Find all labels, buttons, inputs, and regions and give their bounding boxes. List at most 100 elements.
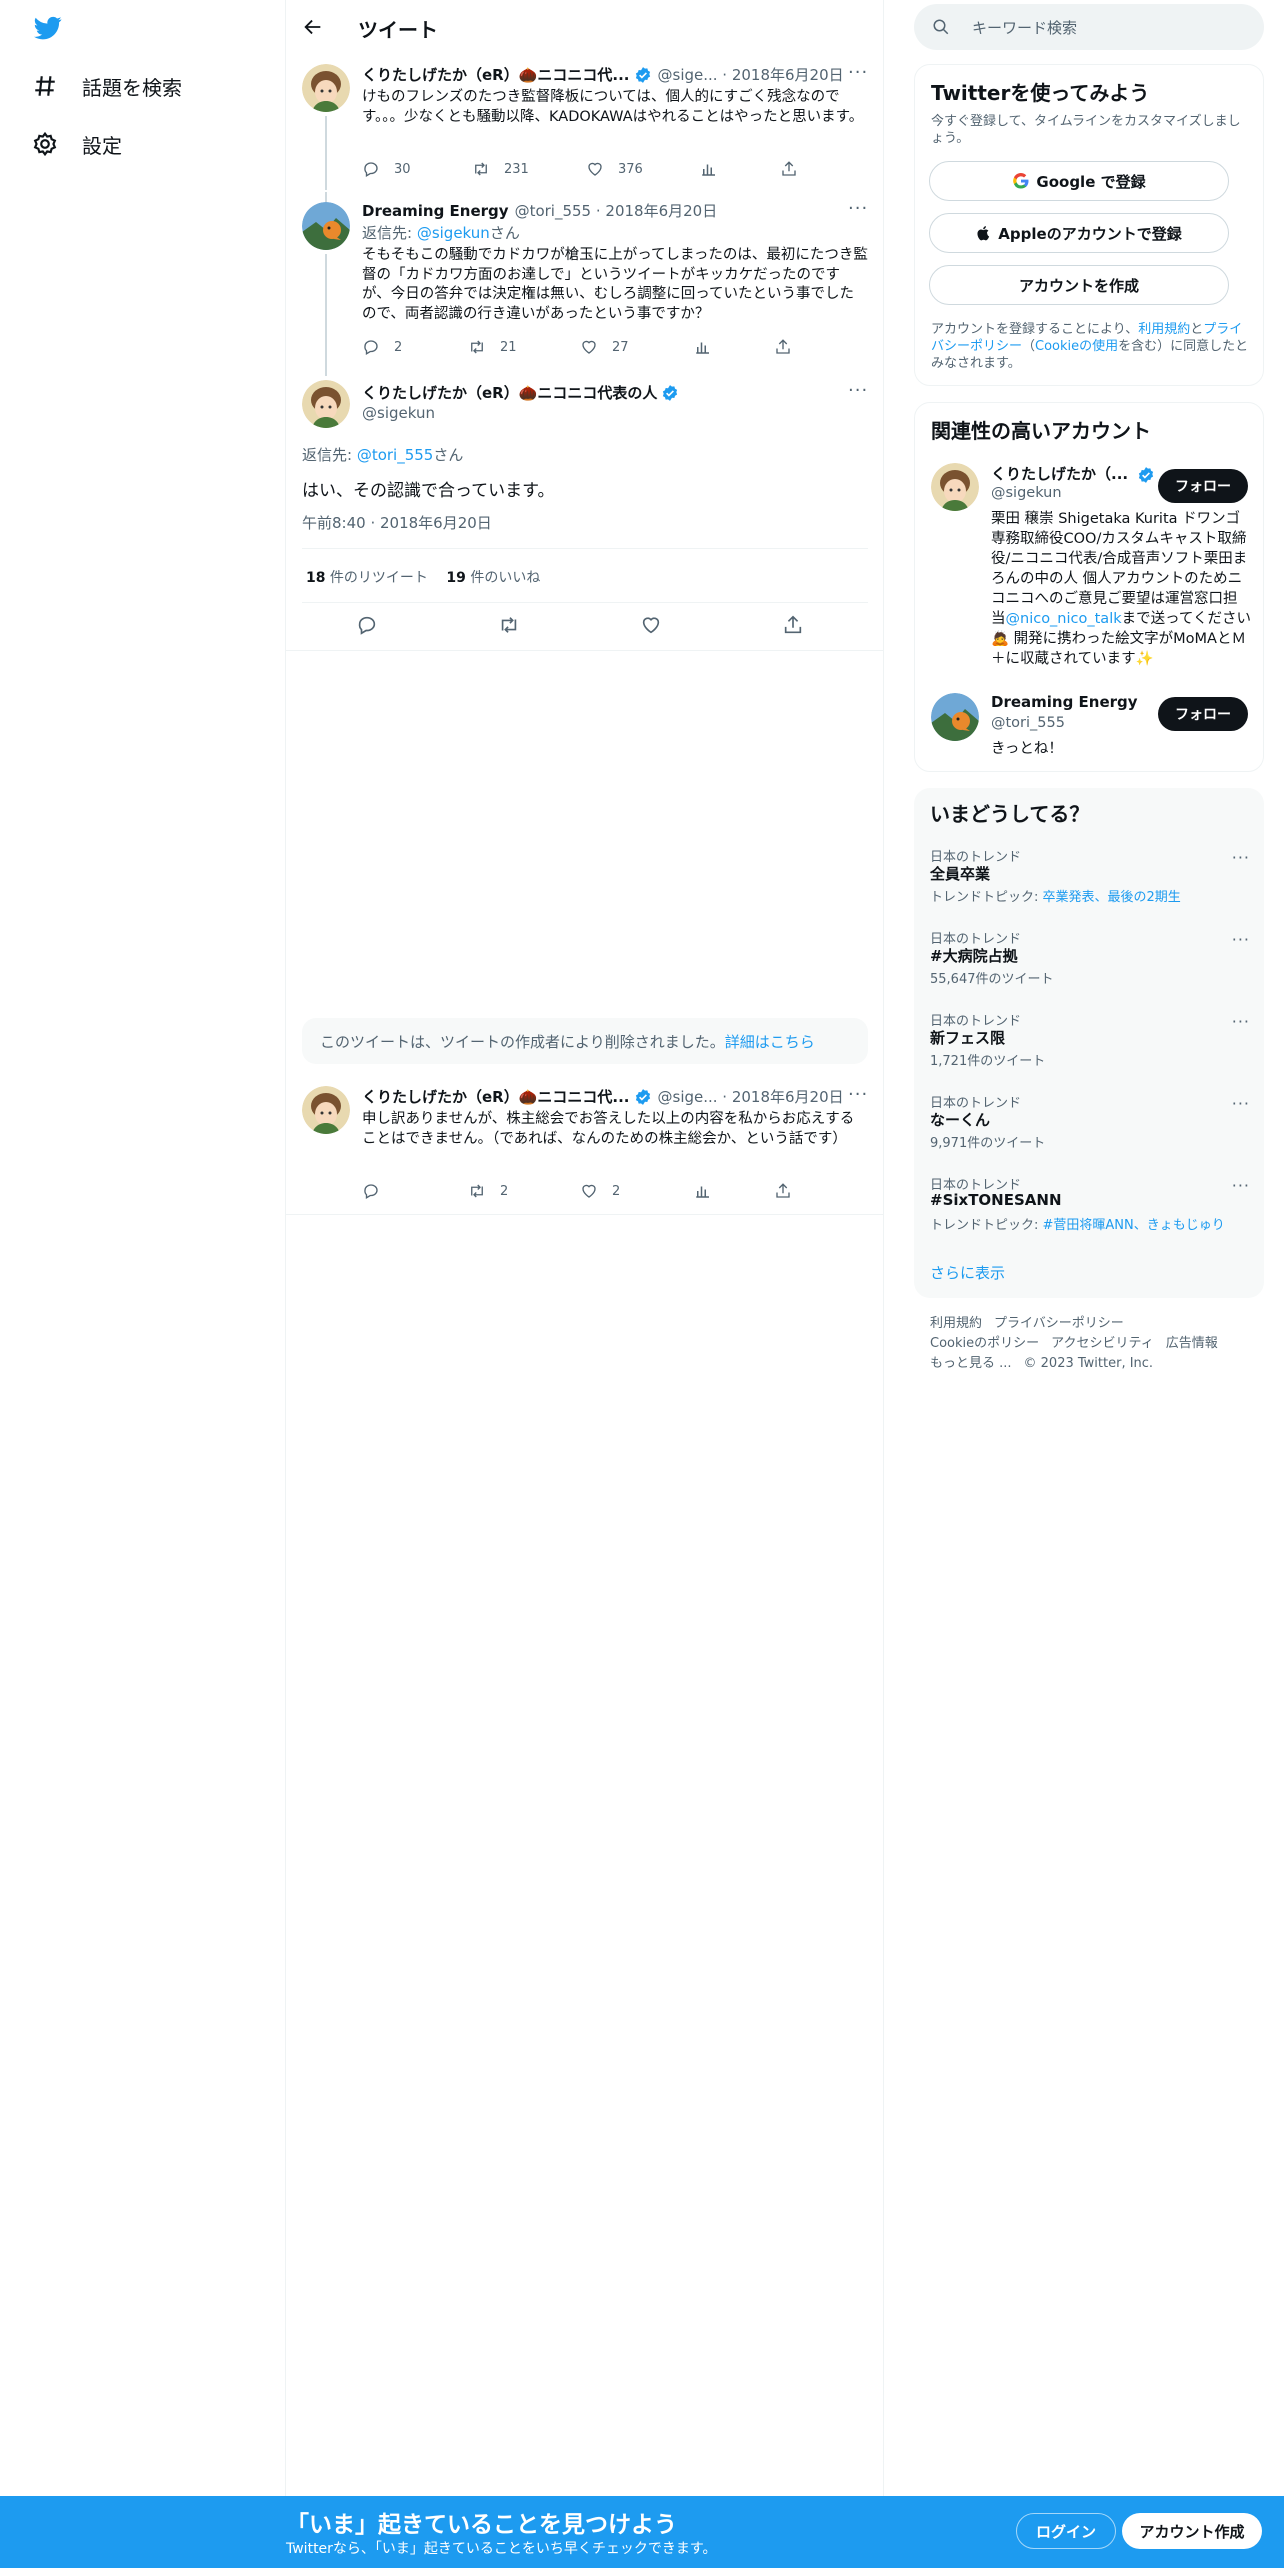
follow-button[interactable]: フォロー (1158, 697, 1248, 731)
google-signup-button[interactable]: Google で登録 (929, 161, 1229, 201)
learn-more-link[interactable]: 詳細はこちら (725, 1031, 815, 1052)
nav-settings[interactable]: 設定 (30, 120, 122, 168)
author-handle[interactable]: @sigekun (362, 404, 435, 422)
analytics-button[interactable] (700, 160, 732, 178)
reply-context: 返信先: @tori_555さん (302, 444, 463, 465)
footer-link[interactable]: プライバシーポリシー (994, 1316, 1124, 1331)
tweet-text: はい、その認識で合っています。 (302, 481, 555, 501)
share-button[interactable] (782, 614, 804, 636)
trend-topic-link[interactable]: #菅田将暉ANN、きょもじゅり (1043, 1218, 1225, 1233)
footer-link[interactable]: 広告情報 (1166, 1336, 1218, 1351)
show-more-link[interactable]: さらに表示 (930, 1262, 1005, 1283)
trends-title: いまどうしてる？ (930, 802, 1090, 826)
more-icon[interactable]: ··· (848, 64, 868, 86)
account-handle[interactable]: @sigekun (991, 485, 1062, 501)
tweet-actions: 2 21 27 (362, 338, 802, 358)
trend-item[interactable]: 日本のトレンド 新フェス限 1,721件のツイート ··· (930, 1010, 1250, 1080)
search-input[interactable]: キーワード検索 (972, 17, 1077, 38)
trend-item[interactable]: 日本のトレンド なーくん 9,971件のツイート ··· (930, 1092, 1250, 1162)
trend-item[interactable]: 日本のトレンド #大病院占拠 55,647件のツイート ··· (930, 928, 1250, 998)
nav-explore[interactable]: 話題を検索 (30, 62, 182, 110)
trend-topic-link[interactable]: 卒業発表、最後の2期生 (1043, 890, 1181, 905)
like-count: 27 (612, 339, 629, 355)
retweet-button[interactable]: 21 (468, 338, 517, 356)
author-name[interactable]: くりたしげたか（eR）🌰ニコニコ代表の人 (362, 382, 657, 403)
share-button[interactable] (780, 160, 812, 178)
left-sidebar: 話題を検索 設定 (0, 0, 286, 2568)
more-icon[interactable]: ··· (848, 200, 868, 222)
footer-link[interactable]: Cookieのポリシー (930, 1336, 1039, 1351)
avatar[interactable] (931, 463, 979, 511)
create-account-button[interactable]: アカウントを作成 (929, 265, 1229, 305)
thread-line (325, 254, 327, 372)
reply-button[interactable] (356, 614, 378, 636)
tweet-actions: 2 2 (362, 1182, 802, 1202)
divider (286, 650, 884, 651)
footer-link[interactable]: 利用規約 (930, 1316, 982, 1331)
share-button[interactable] (774, 338, 806, 356)
author-name[interactable]: くりたしげたか（eR）🌰ニコニコ代... (362, 1086, 630, 1107)
avatar[interactable] (931, 693, 979, 741)
thread-line (325, 370, 327, 376)
main-column: ツイート くりたしげたか（eR）🌰ニコニコ代... @sige... · 201… (286, 0, 884, 2500)
account-name[interactable]: Dreaming Energy (991, 693, 1138, 711)
bottom-signup-bar: 「いま」起きていることを見つけよう Twitterなら、「いま」起きていることを… (0, 2496, 1284, 2568)
google-icon (1013, 172, 1029, 189)
retweets-stat[interactable]: 18 件のリツイート (306, 570, 428, 586)
divider (302, 548, 868, 549)
tweet-item[interactable]: くりたしげたか（eR）🌰ニコニコ代... @sige... · 2018年6月2… (286, 1082, 884, 1212)
cookie-link[interactable]: Cookieの使用 (1035, 339, 1118, 354)
tweet-item[interactable]: くりたしげたか（eR）🌰ニコニコ代... @sige... · 2018年6月2… (286, 60, 884, 190)
like-button[interactable]: 27 (580, 338, 629, 356)
footer-link[interactable]: もっと見る ... (930, 1356, 1012, 1371)
retweet-button[interactable]: 2 (468, 1182, 508, 1200)
login-button[interactable]: ログイン (1016, 2513, 1116, 2549)
account-name[interactable]: くりたしげたか（... (991, 463, 1155, 484)
like-button[interactable]: 376 (586, 160, 643, 178)
trend-item[interactable]: 日本のトレンド 全員卒業 トレンドトピック: 卒業発表、最後の2期生 ··· (930, 846, 1250, 916)
heart-icon (582, 340, 596, 354)
more-icon[interactable]: ··· (1232, 1176, 1250, 1195)
more-icon[interactable]: ··· (1232, 930, 1250, 949)
trend-item[interactable]: 日本のトレンド #SixTONESANN トレンドトピック: #菅田将暉ANN、… (930, 1174, 1250, 1244)
twitter-logo-icon[interactable] (32, 14, 64, 42)
reply-button[interactable]: 30 (362, 160, 411, 178)
more-icon[interactable]: ··· (1232, 1012, 1250, 1031)
avatar[interactable] (302, 64, 350, 112)
signup-panel: Twitterを使ってみよう 今すぐ登録して、タイムラインをカスタマイズしましょ… (914, 64, 1264, 386)
reply-mention-link[interactable]: @tori_555 (357, 446, 434, 464)
account-handle[interactable]: @tori_555 (991, 715, 1065, 731)
avatar[interactable] (302, 202, 350, 250)
author-name[interactable]: くりたしげたか（eR）🌰ニコニコ代... (362, 64, 630, 85)
retweet-button[interactable] (498, 614, 520, 636)
avatar[interactable] (302, 1086, 350, 1134)
reply-button[interactable]: 2 (362, 338, 402, 356)
more-icon[interactable]: ··· (1232, 1094, 1250, 1113)
analytics-button[interactable] (694, 338, 726, 356)
signup-button[interactable]: アカウント作成 (1122, 2513, 1262, 2549)
reply-button[interactable] (362, 1182, 394, 1200)
footer-link[interactable]: アクセシビリティ (1051, 1336, 1154, 1351)
analytics-button[interactable] (694, 1182, 726, 1200)
like-button[interactable]: 2 (580, 1182, 620, 1200)
tweet-timestamp[interactable]: 午前8:40 · 2018年6月20日 (302, 512, 492, 533)
like-button[interactable] (640, 614, 662, 636)
bio-mention-link[interactable]: @nico_nico_talk (1006, 611, 1122, 627)
more-icon[interactable]: ··· (848, 1086, 868, 1108)
terms-link[interactable]: 利用規約 (1138, 322, 1190, 337)
apple-signup-button[interactable]: Appleのアカウントで登録 (929, 213, 1229, 253)
search-bar[interactable]: キーワード検索 (914, 4, 1264, 50)
avatar[interactable] (302, 380, 350, 428)
likes-stat[interactable]: 19 件のいいね (446, 570, 540, 586)
share-button[interactable] (774, 1182, 806, 1200)
retweet-button[interactable]: 231 (472, 160, 529, 178)
author-name[interactable]: Dreaming Energy (362, 202, 509, 220)
account-bio: きっとね！ (991, 741, 1063, 757)
follow-button[interactable]: フォロー (1158, 469, 1248, 503)
tweet-item[interactable]: Dreaming Energy @tori_555 · 2018年6月20日 ·… (286, 192, 884, 372)
share-icon (782, 161, 796, 176)
more-icon[interactable]: ··· (848, 382, 868, 404)
back-arrow-icon[interactable] (302, 16, 324, 38)
reply-mention-link[interactable]: @sigekun (417, 224, 490, 242)
more-icon[interactable]: ··· (1232, 848, 1250, 867)
